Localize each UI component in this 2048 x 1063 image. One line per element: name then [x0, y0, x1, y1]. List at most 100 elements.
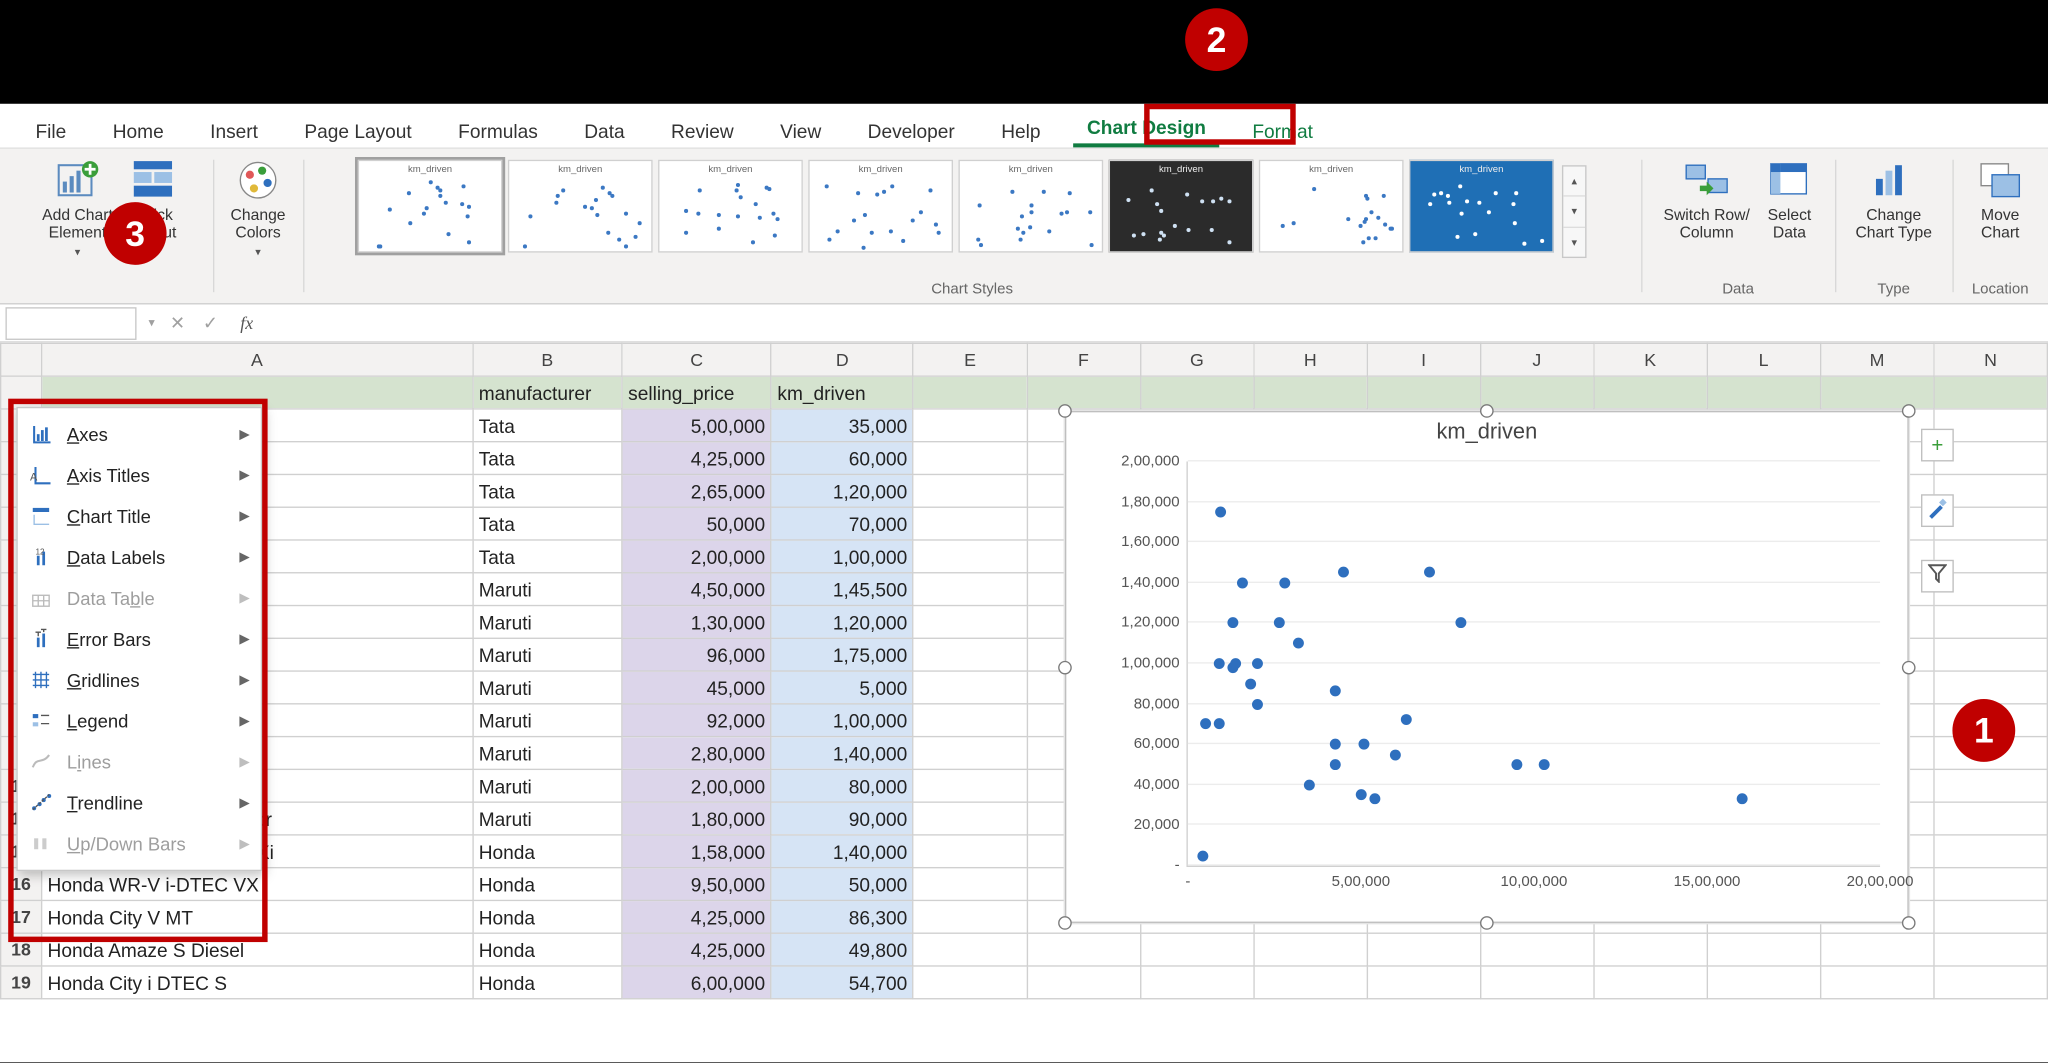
data-point[interactable]: [1329, 760, 1340, 771]
name-box-dropdown[interactable]: ▾: [142, 315, 161, 330]
row-header[interactable]: 16: [1, 868, 42, 901]
cell[interactable]: [913, 474, 1026, 507]
cell[interactable]: 1,80,000: [622, 802, 771, 835]
tab-data[interactable]: Data: [571, 113, 639, 147]
data-point[interactable]: [1304, 779, 1315, 790]
cell[interactable]: 4,25,000: [622, 900, 771, 933]
enter-icon[interactable]: ✓: [194, 312, 227, 334]
cell[interactable]: 80,000: [771, 769, 913, 802]
cell[interactable]: [913, 933, 1026, 966]
resize-handle[interactable]: [1902, 404, 1916, 418]
data-point[interactable]: [1425, 567, 1436, 578]
chart-style-6[interactable]: km_driven: [1109, 160, 1254, 253]
menu-legend[interactable]: Legend ▶: [18, 700, 261, 741]
menu-chart-title[interactable]: Chart Title ▶: [18, 496, 261, 537]
column-header-A[interactable]: A: [41, 343, 472, 376]
tab-formulas[interactable]: Formulas: [445, 113, 552, 147]
data-point[interactable]: [1227, 618, 1238, 629]
cell[interactable]: [1027, 966, 1140, 999]
cell[interactable]: [1934, 900, 2048, 933]
cell[interactable]: [1254, 966, 1367, 999]
chart-style-5[interactable]: km_driven: [958, 160, 1103, 253]
data-point[interactable]: [1245, 678, 1256, 689]
tab-help[interactable]: Help: [988, 113, 1055, 147]
cell[interactable]: Tata: [473, 474, 622, 507]
cell[interactable]: Honda City V MT: [41, 900, 472, 933]
cell[interactable]: Tata: [473, 409, 622, 442]
cell[interactable]: 1,75,000: [771, 638, 913, 671]
cell[interactable]: Honda City i DTEC S: [41, 966, 472, 999]
column-header-I[interactable]: I: [1367, 343, 1480, 376]
cell[interactable]: [1254, 376, 1367, 409]
cell[interactable]: 50,000: [622, 507, 771, 540]
data-point[interactable]: [1736, 793, 1747, 804]
cell[interactable]: [1707, 966, 1820, 999]
data-point[interactable]: [1200, 719, 1211, 730]
cell[interactable]: [1140, 376, 1253, 409]
chart-style-8[interactable]: km_driven: [1409, 160, 1554, 253]
cell[interactable]: [1027, 933, 1140, 966]
data-point[interactable]: [1456, 618, 1467, 629]
resize-handle[interactable]: [1480, 404, 1494, 418]
cell[interactable]: 1,58,000: [622, 835, 771, 868]
cell[interactable]: 2,00,000: [622, 540, 771, 573]
cell[interactable]: 6,00,000: [622, 966, 771, 999]
cell[interactable]: [1480, 966, 1593, 999]
cell[interactable]: [1367, 933, 1480, 966]
data-point[interactable]: [1237, 577, 1248, 588]
cell[interactable]: 1,40,000: [771, 737, 913, 770]
chart-style-3[interactable]: km_driven: [658, 160, 803, 253]
cell[interactable]: [913, 606, 1026, 639]
cell[interactable]: 49,800: [771, 933, 913, 966]
tab-insert[interactable]: Insert: [197, 113, 272, 147]
cell[interactable]: selling_price: [622, 376, 771, 409]
resize-handle[interactable]: [1480, 916, 1494, 930]
resize-handle[interactable]: [1902, 916, 1916, 930]
cell[interactable]: [1934, 868, 2048, 901]
cell[interactable]: Maruti: [473, 704, 622, 737]
menu-axes[interactable]: AAxesxes ▶: [18, 414, 261, 455]
tab-review[interactable]: Review: [657, 113, 747, 147]
cell[interactable]: [1254, 933, 1367, 966]
cell[interactable]: [913, 704, 1026, 737]
worksheet-grid[interactable]: ABCDEFGHIJKLMN manufacturer selling_pric…: [0, 343, 2048, 1063]
cell[interactable]: 4,25,000: [622, 442, 771, 475]
cell[interactable]: [41, 376, 472, 409]
cell[interactable]: 5,00,000: [622, 409, 771, 442]
column-header-E[interactable]: E: [913, 343, 1026, 376]
row-header[interactable]: [1, 376, 42, 409]
cell[interactable]: 1,20,000: [771, 606, 913, 639]
cell[interactable]: [1934, 769, 2048, 802]
cell[interactable]: 1,20,000: [771, 474, 913, 507]
cell[interactable]: Tata: [473, 507, 622, 540]
cell[interactable]: 2,80,000: [622, 737, 771, 770]
data-point[interactable]: [1511, 759, 1522, 770]
column-header-M[interactable]: M: [1820, 343, 1933, 376]
cell[interactable]: [913, 966, 1026, 999]
cell[interactable]: Honda: [473, 835, 622, 868]
chevron-down-icon[interactable]: ▾: [1563, 197, 1585, 227]
menu-axis-titles[interactable]: A Axis Titles ▶: [18, 455, 261, 496]
cell[interactable]: Maruti: [473, 573, 622, 606]
data-point[interactable]: [1338, 566, 1349, 577]
cell[interactable]: Maruti: [473, 671, 622, 704]
menu-data-labels[interactable]: 12 Data Labels ▶: [18, 537, 261, 578]
resize-handle[interactable]: [1058, 404, 1072, 418]
cell[interactable]: Honda: [473, 933, 622, 966]
cell[interactable]: 5,000: [771, 671, 913, 704]
chart-elements-button[interactable]: +: [1921, 429, 1954, 462]
data-point[interactable]: [1252, 699, 1263, 710]
chart-style-7[interactable]: km_driven: [1259, 160, 1404, 253]
cell[interactable]: 96,000: [622, 638, 771, 671]
chart-styles-button[interactable]: [1921, 494, 1954, 527]
tab-home[interactable]: Home: [99, 113, 177, 147]
data-point[interactable]: [1216, 507, 1227, 518]
cell[interactable]: [913, 737, 1026, 770]
menu-gridlines[interactable]: Gridlines ▶: [18, 659, 261, 700]
cell[interactable]: [1934, 802, 2048, 835]
cell[interactable]: 2,65,000: [622, 474, 771, 507]
cell[interactable]: [913, 900, 1026, 933]
data-point[interactable]: [1329, 686, 1340, 697]
tab-view[interactable]: View: [767, 113, 835, 147]
cell[interactable]: 1,40,000: [771, 835, 913, 868]
